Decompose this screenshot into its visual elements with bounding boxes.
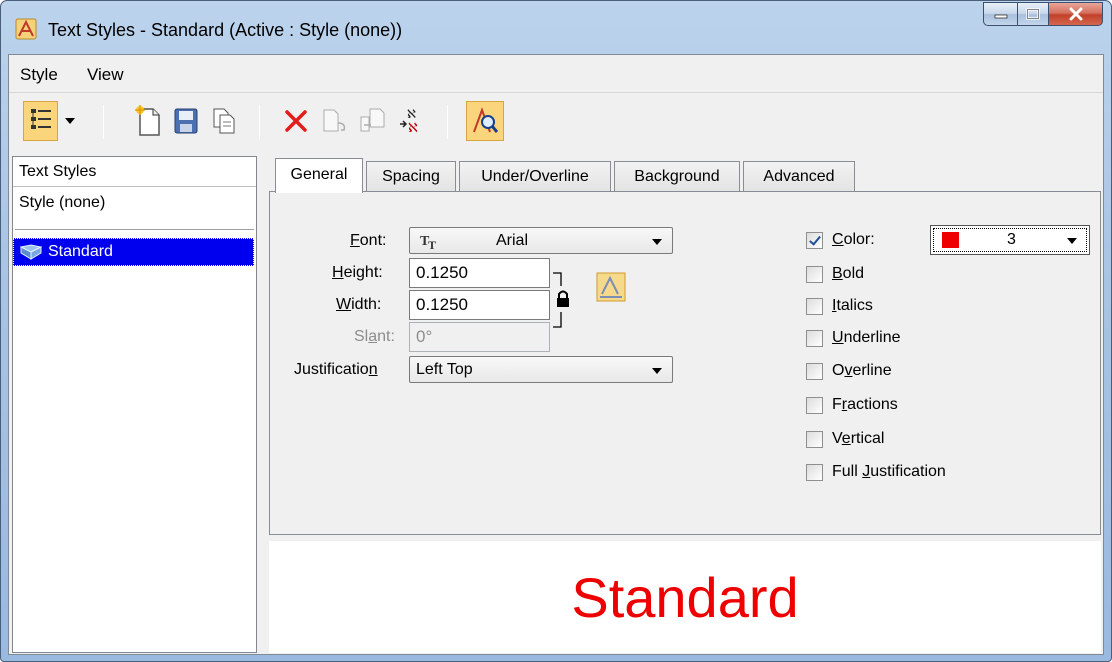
truetype-font-icon: T T	[420, 234, 436, 250]
text-styles-app-icon	[15, 18, 37, 40]
minimize-button[interactable]	[983, 2, 1017, 26]
overline-checkbox[interactable]	[806, 363, 823, 380]
copy-style-button[interactable]	[207, 101, 241, 141]
justification-value: Left Top	[416, 361, 473, 378]
svg-text:ℵ: ℵ	[407, 107, 416, 121]
import-style-button[interactable]: ℵ ℵ	[393, 101, 427, 141]
width-input[interactable]: 0.1250	[409, 290, 550, 320]
text-preview-area: Standard	[269, 541, 1101, 653]
width-label: Width:	[336, 296, 382, 313]
list-view-icon	[30, 109, 51, 129]
save-style-button[interactable]	[169, 101, 203, 141]
text-style-icon	[20, 244, 42, 260]
underline-checkbox[interactable]	[806, 330, 823, 347]
color-value: 3	[1007, 231, 1016, 248]
style-list-item-standard[interactable]: Standard	[13, 238, 254, 266]
general-tab-panel: Font: T T Arial Height: 0.1250 Width: 0.…	[269, 191, 1101, 535]
lock-icon[interactable]	[555, 289, 571, 309]
match-text-button[interactable]	[596, 272, 626, 302]
bold-label: Bold	[832, 265, 865, 282]
tab-spacing[interactable]: Spacing	[366, 161, 456, 192]
update-style-icon	[360, 108, 385, 132]
reset-style-button[interactable]	[317, 101, 351, 141]
chevron-down-icon	[652, 368, 662, 374]
tab-under-overline[interactable]: Under/Overline	[459, 161, 611, 192]
height-label: Height:	[332, 264, 383, 281]
tab-background[interactable]: Background	[614, 161, 740, 192]
panel-splitter[interactable]	[260, 156, 265, 653]
vertical-checkbox[interactable]	[806, 431, 823, 448]
window-title: Text Styles - Standard (Active : Style (…	[48, 20, 403, 40]
preview-zoom-button[interactable]	[466, 101, 504, 141]
delete-style-icon	[285, 110, 307, 132]
full-justification-checkbox[interactable]	[806, 464, 823, 481]
tab-general[interactable]: General	[275, 158, 363, 193]
slant-input[interactable]: 0°	[409, 322, 550, 352]
style-none-item[interactable]: Style (none)	[13, 187, 256, 223]
reset-style-icon	[323, 109, 346, 132]
maximize-button[interactable]	[1017, 2, 1048, 26]
italics-checkbox[interactable]	[806, 298, 823, 315]
toolbar: ℵ ℵ	[9, 93, 1103, 153]
title-bar[interactable]: Text Styles - Standard (Active : Style (…	[1, 1, 1111, 53]
overline-label: Overline	[832, 362, 892, 379]
full-justification-label: Full Justification	[832, 463, 946, 480]
import-style-icon: ℵ ℵ	[400, 107, 418, 135]
color-picker-dropdown[interactable]: 3	[930, 225, 1090, 255]
fractions-checkbox[interactable]	[806, 397, 823, 414]
bold-checkbox[interactable]	[806, 266, 823, 283]
svg-text:ℵ: ℵ	[408, 120, 418, 135]
close-button[interactable]	[1048, 2, 1103, 26]
close-icon	[1069, 7, 1082, 21]
save-style-icon	[174, 108, 198, 134]
maximize-icon	[1026, 8, 1040, 20]
chevron-down-icon	[652, 239, 662, 245]
minimize-icon	[994, 14, 1007, 19]
text-styles-list-panel: Text Styles Style (none) Standard	[12, 156, 257, 653]
new-style-button[interactable]	[131, 101, 165, 141]
slant-label: Slant:	[354, 328, 395, 345]
list-view-button[interactable]	[23, 101, 58, 141]
menu-bar: Style View	[9, 55, 1103, 93]
fractions-label: Fractions	[832, 396, 898, 413]
menu-style[interactable]: Style	[20, 65, 58, 85]
preview-zoom-icon	[473, 107, 499, 133]
text-styles-window: Text Styles - Standard (Active : Style (…	[0, 0, 1112, 662]
new-style-icon	[135, 105, 160, 136]
font-value: Arial	[496, 232, 529, 249]
view-dropdown-button[interactable]	[61, 101, 79, 141]
match-text-icon	[596, 272, 626, 302]
justification-label: Justification	[294, 361, 378, 378]
font-label: Font:	[350, 232, 387, 249]
chevron-down-icon	[1067, 238, 1077, 244]
height-input[interactable]: 0.1250	[409, 258, 550, 288]
italics-label: Italics	[832, 297, 873, 314]
menu-view[interactable]: View	[87, 65, 124, 85]
tab-advanced[interactable]: Advanced	[743, 161, 855, 192]
dropdown-arrow-icon	[65, 118, 75, 124]
preview-text: Standard	[571, 566, 799, 629]
color-checkbox[interactable]	[806, 232, 823, 249]
justification-dropdown[interactable]: Left Top	[409, 356, 673, 383]
delete-style-button[interactable]	[279, 101, 313, 141]
color-label: Color:	[832, 231, 875, 248]
svg-text:T: T	[428, 238, 436, 250]
list-header[interactable]: Text Styles	[13, 157, 256, 187]
dialog-client-area: Style View ℵ ℵ Text Styles Style (none) …	[8, 54, 1104, 655]
color-swatch	[942, 232, 959, 248]
underline-label: Underline	[832, 329, 901, 346]
list-divider	[15, 229, 254, 230]
vertical-label: Vertical	[832, 430, 885, 447]
update-style-button[interactable]	[355, 101, 389, 141]
font-dropdown[interactable]: T T Arial	[409, 227, 673, 254]
copy-style-icon	[213, 108, 235, 134]
